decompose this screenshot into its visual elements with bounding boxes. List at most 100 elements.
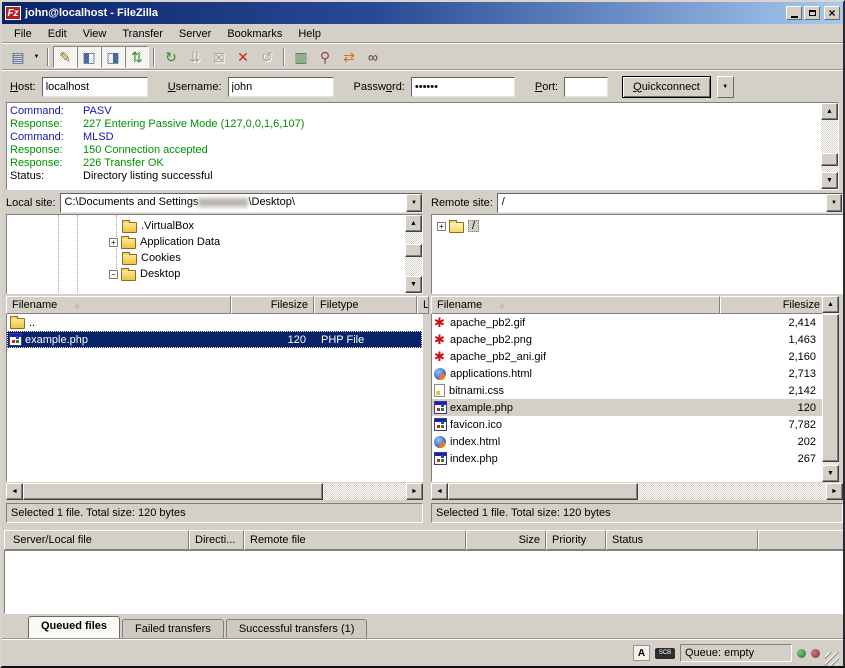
compare-button[interactable]: ⚲ — [313, 46, 337, 68]
find-button[interactable]: ∞ — [361, 46, 385, 68]
local-site-combobox[interactable]: C:\Documents and Settings\Desktop\ ▼ — [60, 193, 423, 213]
expand-icon[interactable]: + — [109, 238, 118, 247]
local-list-hscrollbar[interactable]: ◄ ► — [6, 483, 423, 500]
tab-successful-transfers[interactable]: Successful transfers (1) — [226, 619, 368, 639]
remote-list-hscrollbar[interactable]: ◄ ► — [431, 483, 843, 500]
scroll-right-icon[interactable]: ► — [406, 483, 423, 500]
file-row[interactable]: favicon.ico 7,782 — [432, 416, 825, 433]
column-filesize[interactable]: Filesize — [720, 296, 826, 314]
password-input[interactable] — [411, 77, 515, 97]
column-remote-file[interactable]: Remote file — [244, 530, 466, 550]
scroll-down-icon[interactable]: ▼ — [405, 276, 422, 293]
tab-failed-transfers[interactable]: Failed transfers — [122, 619, 224, 639]
speed-limit-icon[interactable]: SCB — [655, 648, 675, 659]
data-type-icon[interactable]: A — [633, 645, 650, 661]
file-row[interactable]: index.php 267 — [432, 450, 825, 467]
file-row[interactable]: ✱apache_pb2.png 1,463 — [432, 331, 825, 348]
scroll-thumb[interactable] — [405, 244, 422, 257]
expand-icon[interactable]: + — [437, 222, 446, 231]
remote-site-combobox[interactable]: / ▼ — [497, 193, 843, 213]
combo-dropdown-icon[interactable]: ▼ — [826, 194, 842, 212]
scroll-up-icon[interactable]: ▲ — [822, 296, 839, 313]
file-row[interactable]: bitnami.css 2,142 — [432, 382, 825, 399]
column-priority[interactable]: Priority — [546, 530, 606, 550]
column-filename[interactable]: Filename▲ — [6, 296, 231, 314]
scroll-left-icon[interactable]: ◄ — [431, 483, 448, 500]
file-row[interactable]: applications.html 2,713 — [432, 365, 825, 382]
file-row-parent-dir[interactable]: .. — [7, 314, 422, 331]
file-row[interactable]: ✱apache_pb2.gif 2,414 — [432, 314, 825, 331]
reconnect-button[interactable]: ↺ — [255, 46, 279, 68]
column-server-local-file[interactable]: Server/Local file — [4, 530, 189, 550]
tree-item-root[interactable]: + / — [432, 218, 842, 234]
file-row-example-php[interactable]: example.php 120 PHP File 1 — [7, 331, 422, 348]
host-input[interactable] — [42, 77, 148, 97]
close-button[interactable]: × — [824, 6, 840, 20]
scroll-thumb[interactable] — [23, 483, 323, 500]
file-row[interactable]: index.html 202 — [432, 433, 825, 450]
scroll-down-icon[interactable]: ▼ — [821, 172, 838, 189]
title-bar[interactable]: Fz john@localhost - FileZilla × — [2, 2, 843, 24]
local-tree-scrollbar[interactable]: ▲ ▼ — [405, 215, 422, 293]
combo-dropdown-icon[interactable]: ▼ — [406, 194, 422, 212]
tree-item-application-data[interactable]: + Application Data — [7, 234, 422, 250]
scroll-thumb[interactable] — [448, 483, 638, 500]
disconnect-icon: ✕ — [237, 49, 249, 66]
column-status[interactable]: Status — [606, 530, 758, 550]
tree-item-virtualbox[interactable]: .VirtualBox — [7, 218, 422, 234]
scroll-down-icon[interactable]: ▼ — [822, 465, 839, 482]
disconnect-button[interactable]: ✕ — [231, 46, 255, 68]
column-lastmodified[interactable]: L — [417, 296, 429, 314]
cancel-button[interactable]: ⊠ — [207, 46, 231, 68]
scroll-thumb[interactable] — [822, 314, 839, 462]
column-filename[interactable]: Filename▲ — [431, 296, 720, 314]
sync-browse-button[interactable]: ⇄ — [337, 46, 361, 68]
tree-item-cookies[interactable]: Cookies — [7, 250, 422, 266]
quickconnect-button[interactable]: Quickconnect — [622, 76, 711, 98]
remote-list-vscrollbar[interactable]: ▲ ▼ — [822, 296, 839, 482]
tree-item-desktop[interactable]: − Desktop — [7, 266, 422, 282]
toggle-local-tree-button[interactable]: ◧ — [77, 46, 101, 68]
column-filesize[interactable]: Filesize — [231, 296, 314, 314]
log-line: Status:Directory listing successful — [7, 170, 820, 183]
scroll-up-icon[interactable]: ▲ — [821, 103, 838, 120]
menu-view[interactable]: View — [75, 26, 115, 42]
scroll-left-icon[interactable]: ◄ — [6, 483, 23, 500]
collapse-icon[interactable]: − — [109, 270, 118, 279]
maximize-button[interactable] — [804, 6, 820, 20]
tab-queued-files[interactable]: Queued files — [28, 616, 120, 639]
column-direction[interactable]: Directi... — [189, 530, 244, 550]
resize-grip[interactable] — [825, 652, 839, 666]
toggle-remote-tree-button[interactable]: ◨ — [101, 46, 125, 68]
column-size[interactable]: Size — [466, 530, 546, 550]
toggle-log-button[interactable]: ✎ — [53, 46, 77, 68]
filezilla-window: Fz john@localhost - FileZilla × File Edi… — [0, 0, 845, 668]
queue-list[interactable] — [4, 550, 845, 614]
minimize-button[interactable] — [786, 6, 802, 20]
menu-help[interactable]: Help — [290, 26, 329, 42]
file-row[interactable]: ✱apache_pb2_ani.gif 2,160 — [432, 348, 825, 365]
toggle-queue-button[interactable]: ⇅ — [125, 46, 149, 68]
menu-bookmarks[interactable]: Bookmarks — [219, 26, 290, 42]
scroll-thumb[interactable] — [821, 153, 838, 166]
site-manager-dropdown[interactable]: ▼ — [30, 46, 43, 68]
filter-button[interactable]: ▥ — [289, 46, 313, 68]
menu-transfer[interactable]: Transfer — [114, 26, 171, 42]
scroll-right-icon[interactable]: ► — [826, 483, 843, 500]
host-label: Host: — [10, 81, 36, 93]
log-icon: ✎ — [59, 49, 71, 66]
sort-asc-icon: ▲ — [73, 301, 81, 310]
menu-edit[interactable]: Edit — [40, 26, 75, 42]
menu-file[interactable]: File — [6, 26, 40, 42]
port-input[interactable] — [564, 77, 608, 97]
menu-server[interactable]: Server — [171, 26, 219, 42]
site-manager-button[interactable]: ▤ — [6, 46, 30, 68]
scroll-up-icon[interactable]: ▲ — [405, 215, 422, 232]
quickconnect-dropdown[interactable]: ▼ — [717, 76, 734, 98]
column-filetype[interactable]: Filetype — [314, 296, 417, 314]
process-queue-button[interactable]: ⇊ — [183, 46, 207, 68]
refresh-button[interactable]: ↻ — [159, 46, 183, 68]
username-input[interactable] — [228, 77, 334, 97]
file-row-example-php[interactable]: example.php 120 — [432, 399, 825, 416]
log-scrollbar[interactable]: ▲ ▼ — [821, 103, 838, 189]
